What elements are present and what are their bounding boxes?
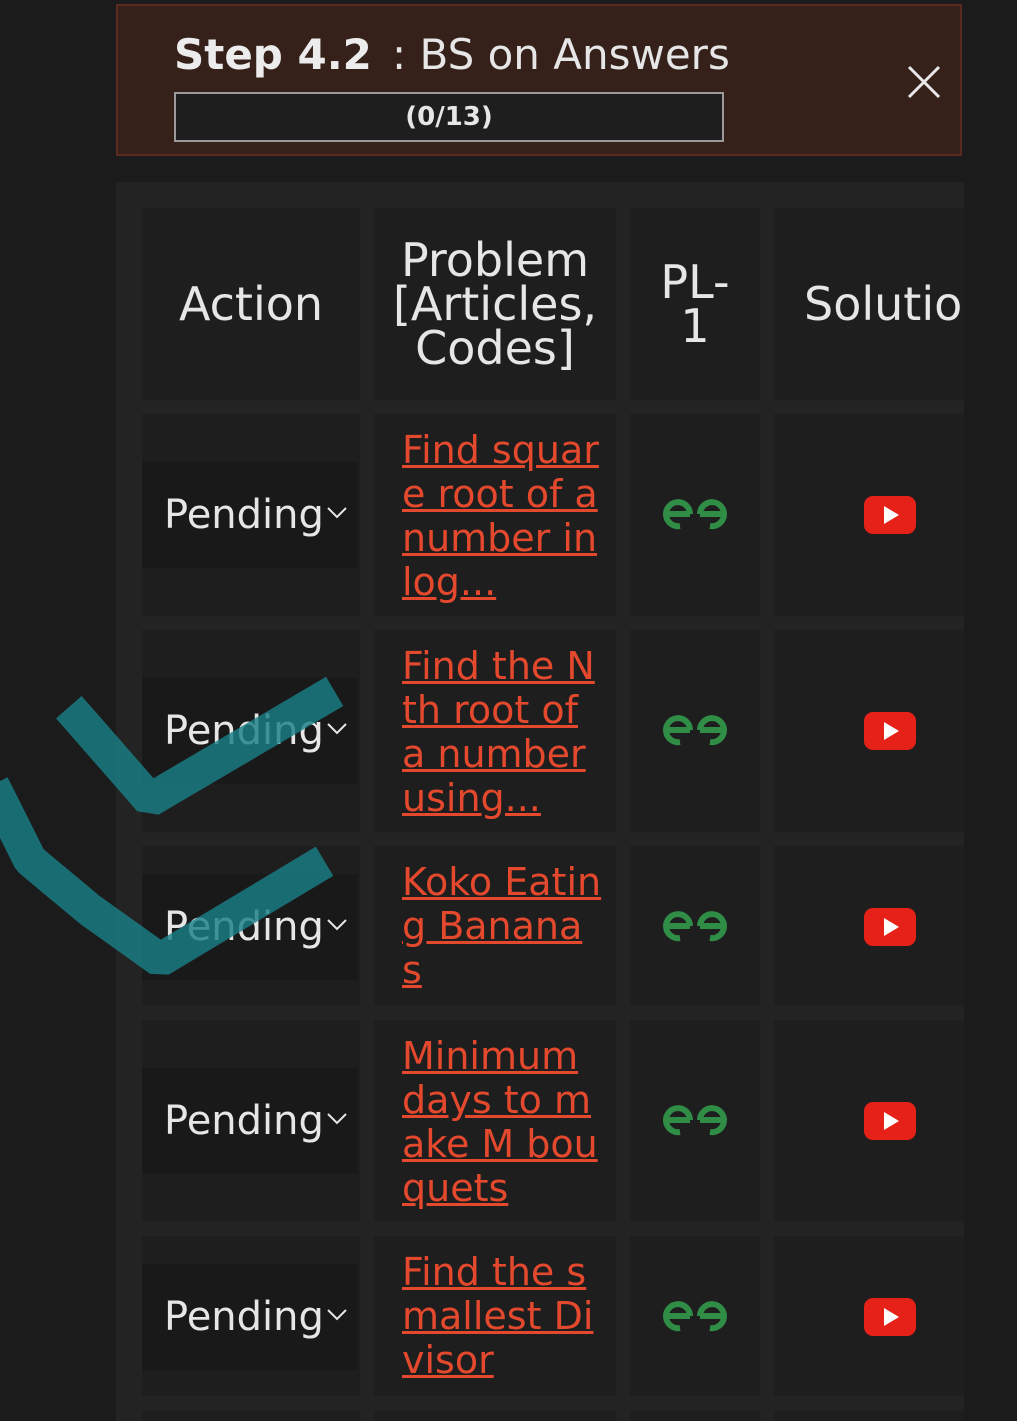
problems-table: Action Problem [Articles, Codes] PL-1 So… — [116, 182, 964, 1421]
header-action-label: Action — [178, 277, 324, 331]
table-row-problem: Minimum days to make M bouquets — [374, 1020, 616, 1222]
table-row-solution — [774, 1020, 964, 1222]
status-dropdown[interactable]: Pending — [142, 1068, 358, 1174]
status-label: Pending — [164, 492, 324, 538]
youtube-icon[interactable] — [864, 496, 916, 534]
gfg-icon[interactable] — [660, 712, 730, 748]
youtube-icon[interactable] — [864, 712, 916, 750]
table-row-pl — [630, 630, 760, 832]
status-dropdown[interactable]: Pending — [142, 462, 358, 568]
chevron-down-icon — [327, 507, 347, 519]
table-row-action: Pending — [142, 414, 360, 616]
chevron-down-icon — [327, 723, 347, 735]
table-row-problem: Find the Nth root of a number using... — [374, 630, 616, 832]
step-subtitle: : BS on Answers — [392, 30, 730, 79]
table-row-problem — [374, 1410, 616, 1421]
status-label: Pending — [164, 1294, 324, 1340]
youtube-icon[interactable] — [864, 1298, 916, 1336]
status-label: Pending — [164, 1098, 324, 1144]
gfg-icon[interactable] — [660, 496, 730, 532]
table-row-solution — [774, 414, 964, 616]
status-label: Pending — [164, 904, 324, 950]
header-pl-label: PL-1 — [660, 255, 730, 353]
status-dropdown[interactable]: Pending — [142, 1264, 358, 1370]
close-button[interactable] — [904, 62, 944, 102]
table-row-solution — [774, 1410, 964, 1421]
table-row-pl — [630, 1236, 760, 1396]
status-dropdown[interactable]: Pending — [142, 874, 358, 980]
gfg-icon[interactable] — [660, 1102, 730, 1138]
status-dropdown[interactable]: Pending — [142, 678, 358, 784]
header-problem: Problem [Articles, Codes] — [374, 208, 616, 400]
header-pl: PL-1 — [630, 208, 760, 400]
table-row-pl — [630, 1020, 760, 1222]
problem-link[interactable]: Koko Eating Bananas — [402, 860, 602, 992]
youtube-icon[interactable] — [864, 1102, 916, 1140]
table-row-action: Pending — [142, 1236, 360, 1396]
table-row-pl — [630, 846, 760, 1006]
status-label: Pending — [164, 708, 324, 754]
table-row-solution — [774, 846, 964, 1006]
table-row-action — [142, 1410, 360, 1421]
close-icon — [907, 65, 941, 99]
table-row-problem: Find square root of a number in log... — [374, 414, 616, 616]
table-row-solution — [774, 1236, 964, 1396]
header-solution-label: Solution — [804, 277, 964, 331]
gfg-icon[interactable] — [660, 908, 730, 944]
table-row-solution — [774, 630, 964, 832]
table-row-action: Pending — [142, 630, 360, 832]
chevron-down-icon — [327, 919, 347, 931]
table-row-problem: Find the smallest Divisor — [374, 1236, 616, 1396]
problem-link[interactable]: Find the smallest Divisor — [402, 1250, 602, 1382]
problem-link[interactable]: Find the Nth root of a number using... — [402, 644, 602, 820]
progress-label: (0/13) — [405, 102, 493, 132]
header-action: Action — [142, 208, 360, 400]
youtube-icon[interactable] — [864, 908, 916, 946]
step-title: Step 4.2 — [174, 30, 372, 79]
gfg-icon[interactable] — [660, 1298, 730, 1334]
step-header: Step 4.2 : BS on Answers (0/13) — [116, 4, 962, 156]
table-row-problem: Koko Eating Bananas — [374, 846, 616, 1006]
chevron-down-icon — [327, 1113, 347, 1125]
table-row-pl — [630, 414, 760, 616]
progress-bar: (0/13) — [174, 92, 724, 142]
table-row-pl — [630, 1410, 760, 1421]
problem-link[interactable]: Find square root of a number in log... — [402, 428, 602, 604]
problem-link[interactable]: Minimum days to make M bouquets — [402, 1034, 602, 1210]
header-solution: Solution — [774, 208, 964, 400]
table-row-action: Pending — [142, 1020, 360, 1222]
header-problem-label: Problem [Articles, Codes] — [392, 233, 598, 375]
chevron-down-icon — [327, 1309, 347, 1321]
table-row-action: Pending — [142, 846, 360, 1006]
